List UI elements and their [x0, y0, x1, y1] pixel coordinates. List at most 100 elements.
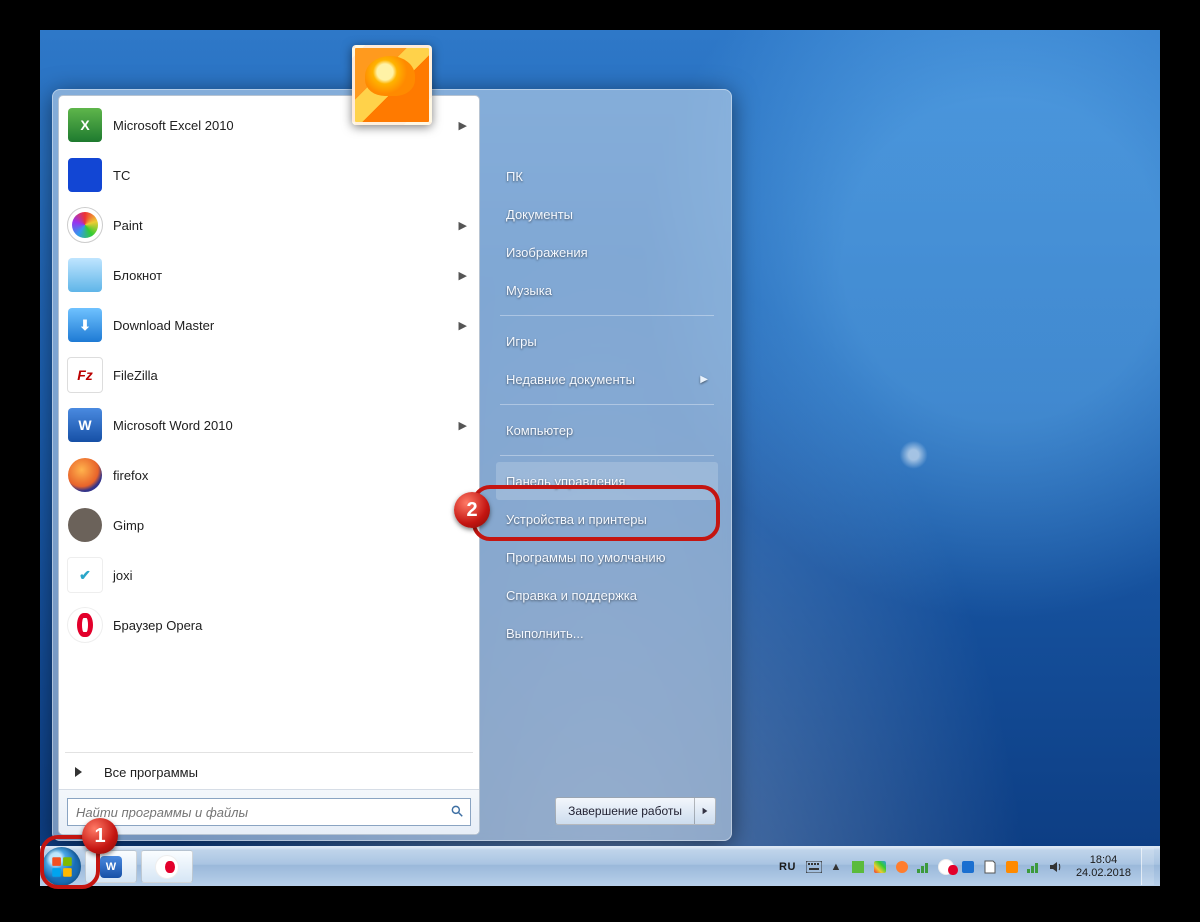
start-menu-right-pane: ПК Документы Изображения Музыка Игры Недавние…	[480, 95, 726, 835]
right-item-label: Устройства и принтеры	[506, 512, 647, 527]
volume-icon[interactable]	[1048, 859, 1064, 875]
submenu-arrow-icon: ▶	[459, 219, 467, 232]
right-item[interactable]: Компьютер	[496, 411, 718, 449]
taskbar-clock[interactable]: 18:04 24.02.2018	[1076, 854, 1131, 879]
separator	[500, 315, 714, 316]
submenu-arrow-icon: ▶	[459, 319, 467, 332]
right-item[interactable]: Программы по умолчанию	[496, 538, 718, 576]
word-icon	[67, 407, 103, 443]
all-programs-label: Все программы	[104, 765, 198, 780]
system-tray: RU ▲ 18:04 24.02.2018	[775, 848, 1160, 885]
right-item-label: Программы по умолчанию	[506, 550, 665, 565]
show-desktop-button[interactable]	[1141, 848, 1154, 885]
right-item-label: Панель управления	[506, 474, 625, 489]
network-icon-2[interactable]	[1026, 859, 1042, 875]
right-item-label: Документы	[506, 207, 573, 222]
tray-up-icon[interactable]: ▲	[828, 859, 844, 875]
tray-icon-3[interactable]	[894, 859, 910, 875]
program-item[interactable]: FileZilla	[61, 350, 477, 400]
pinned-programs-list: Microsoft Excel 2010▶TCPaint▶Блокнот▶Dow…	[59, 96, 479, 750]
annotation-badge-2: 2	[454, 492, 490, 528]
program-label: joxi	[113, 568, 467, 583]
right-item-label: Изображения	[506, 245, 588, 260]
tc-icon	[67, 157, 103, 193]
program-label: FileZilla	[113, 368, 467, 383]
start-menu: Microsoft Excel 2010▶TCPaint▶Блокнот▶Dow…	[52, 89, 732, 841]
ff-icon	[67, 457, 103, 493]
excel-icon	[67, 107, 103, 143]
right-item[interactable]: Недавние документы ▶	[496, 360, 718, 398]
shutdown-button[interactable]: Завершение работы	[555, 797, 694, 825]
tray-icon-4[interactable]	[960, 859, 976, 875]
tray-icon-opera[interactable]	[938, 859, 954, 875]
action-center-icon[interactable]	[982, 859, 998, 875]
right-item-label: Выполнить...	[506, 626, 584, 641]
tray-icon-2[interactable]	[872, 859, 888, 875]
submenu-arrow-icon: ▶	[459, 119, 467, 132]
right-item-label: Недавние документы	[506, 372, 635, 387]
taskbar-app-opera[interactable]	[141, 850, 193, 883]
right-item-label: Игры	[506, 334, 537, 349]
right-item-label: Музыка	[506, 283, 552, 298]
right-item[interactable]: Справка и поддержка	[496, 576, 718, 614]
shutdown-button-group: Завершение работы	[555, 797, 716, 825]
right-item-label: Справка и поддержка	[506, 588, 637, 603]
note-icon	[67, 257, 103, 293]
program-item[interactable]: TC	[61, 150, 477, 200]
dm-icon	[67, 307, 103, 343]
right-item[interactable]: Музыка	[496, 271, 718, 309]
triangle-right-icon	[75, 767, 82, 777]
program-item[interactable]: Paint▶	[61, 200, 477, 250]
program-item[interactable]: Microsoft Word 2010▶	[61, 400, 477, 450]
program-item[interactable]: joxi	[61, 550, 477, 600]
program-item[interactable]: firefox	[61, 450, 477, 500]
separator	[500, 404, 714, 405]
separator	[500, 455, 714, 456]
right-item[interactable]: Устройства и принтеры	[496, 500, 718, 538]
all-programs-button[interactable]: Все программы	[59, 755, 479, 789]
program-label: Блокнот	[113, 268, 459, 283]
tray-icon-1[interactable]	[850, 859, 866, 875]
user-avatar[interactable]	[352, 45, 432, 125]
screenshot-frame: Microsoft Excel 2010▶TCPaint▶Блокнот▶Dow…	[40, 30, 1160, 886]
program-label: Paint	[113, 218, 459, 233]
right-item-control-panel[interactable]: Панель управления	[496, 462, 718, 500]
network-icon[interactable]	[916, 859, 932, 875]
keyboard-icon[interactable]	[806, 859, 822, 875]
right-item[interactable]: Выполнить...	[496, 614, 718, 652]
right-item[interactable]: Документы	[496, 195, 718, 233]
language-indicator[interactable]: RU	[775, 861, 800, 873]
right-item[interactable]: ПК	[496, 157, 718, 195]
program-item[interactable]: Браузер Opera	[61, 600, 477, 650]
start-menu-left-pane: Microsoft Excel 2010▶TCPaint▶Блокнот▶Dow…	[58, 95, 480, 835]
tray-icon-5[interactable]	[1004, 859, 1020, 875]
right-item-label: ПК	[506, 169, 523, 184]
clock-time: 18:04	[1076, 854, 1131, 867]
right-item[interactable]: Изображения	[496, 233, 718, 271]
program-label: TC	[113, 168, 467, 183]
clock-date: 24.02.2018	[1076, 867, 1131, 880]
shutdown-options-button[interactable]	[694, 797, 716, 825]
submenu-arrow-icon: ▶	[700, 374, 708, 385]
right-item[interactable]: Игры	[496, 322, 718, 360]
joxi-icon	[67, 557, 103, 593]
program-label: firefox	[113, 468, 467, 483]
taskbar: RU ▲ 18:04 24.02.2018	[40, 846, 1160, 886]
search-box[interactable]	[67, 798, 471, 826]
program-item[interactable]: Download Master▶	[61, 300, 477, 350]
windows-logo-icon	[49, 854, 75, 880]
paint-icon	[67, 207, 103, 243]
opera-icon	[67, 607, 103, 643]
gimp-icon	[67, 507, 103, 543]
search-area	[59, 789, 479, 834]
program-label: Microsoft Word 2010	[113, 418, 459, 433]
program-item[interactable]: Gimp	[61, 500, 477, 550]
taskbar-app-word[interactable]	[85, 850, 137, 883]
search-icon[interactable]	[444, 804, 470, 821]
search-input[interactable]	[68, 805, 444, 820]
submenu-arrow-icon: ▶	[459, 269, 467, 282]
program-label: Download Master	[113, 318, 459, 333]
submenu-arrow-icon: ▶	[459, 419, 467, 432]
start-button[interactable]	[42, 847, 81, 886]
program-item[interactable]: Блокнот▶	[61, 250, 477, 300]
